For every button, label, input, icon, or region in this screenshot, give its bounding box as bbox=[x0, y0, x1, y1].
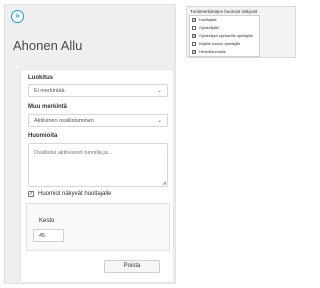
visibility-option-label: Opiskelijalle bbox=[199, 26, 220, 30]
lesson-entry-panel: » Ahonen Allu Luokitus Ei merkintää ⌄ Mu… bbox=[4, 4, 176, 284]
resize-grip-icon[interactable]: ◢ bbox=[162, 180, 166, 186]
guardian-visibility-label: Huomiot näkyvät huoltajalle bbox=[38, 191, 112, 197]
delete-button[interactable]: Poista bbox=[104, 260, 160, 273]
duration-section: Kesto bbox=[26, 203, 170, 251]
guardian-visibility-row[interactable]: ✓ Huomiot näkyvät huoltajalle bbox=[28, 191, 111, 197]
notes-visibility-box: Tuntimerkintöjen huomiot näkyvät ✓ Huolt… bbox=[186, 6, 296, 58]
visibility-option-all-teachers[interactable]: Kaikille koulun opettajille bbox=[192, 42, 240, 46]
chevron-down-icon: ⌄ bbox=[156, 88, 162, 94]
other-mark-label: Muu merkintä bbox=[28, 104, 68, 110]
visibility-option-staff[interactable]: ✓ Henkilökunnalle bbox=[192, 50, 226, 54]
classification-label: Luokitus bbox=[28, 75, 53, 81]
notes-textarea[interactable]: Osallistui aktiivisesti tunnilla ja... ◢ bbox=[28, 143, 168, 187]
visibility-checkbox[interactable] bbox=[192, 42, 196, 46]
visibility-option-student[interactable]: Opiskelijalle bbox=[192, 26, 219, 30]
other-mark-value: Aktiivinen osallistuminen bbox=[34, 118, 94, 124]
notes-text: Osallistui aktiivisesti tunnilla ja... bbox=[34, 150, 113, 156]
visibility-checkbox[interactable]: ✓ bbox=[192, 34, 196, 38]
classification-select[interactable]: Ei merkintää ⌄ bbox=[28, 84, 168, 97]
chevron-down-icon: ⌄ bbox=[156, 118, 162, 124]
visibility-option-label: Huoltajalle bbox=[199, 18, 217, 22]
visibility-checkbox[interactable]: ✓ bbox=[192, 18, 196, 22]
visibility-option-label: Opiskelijaa opettaville opettajille bbox=[199, 34, 253, 38]
other-mark-select[interactable]: Aktiivinen osallistuminen ⌄ bbox=[28, 114, 168, 127]
visibility-option-label: Henkilökunnalle bbox=[199, 50, 226, 54]
visibility-option-label: Kaikille koulun opettajille bbox=[199, 42, 241, 46]
notes-label: Huomioita bbox=[28, 133, 58, 139]
student-name: Ahonen Allu bbox=[13, 38, 83, 53]
entry-form: Luokitus Ei merkintää ⌄ Muu merkintä Akt… bbox=[20, 69, 174, 283]
visibility-title: Tuntimerkintöjen huomiot näkyvät bbox=[190, 9, 258, 14]
visibility-option-guardian[interactable]: ✓ Huoltajalle bbox=[192, 18, 217, 22]
duration-label: Kesto bbox=[39, 218, 55, 224]
visibility-option-teaching-teachers[interactable]: ✓ Opiskelijaa opettaville opettajille bbox=[192, 34, 253, 38]
guardian-visibility-checkbox[interactable]: ✓ bbox=[28, 191, 34, 197]
visibility-checkbox[interactable] bbox=[192, 26, 196, 30]
classification-value: Ei merkintää bbox=[34, 88, 65, 94]
visibility-options: ✓ Huoltajalle Opiskelijalle ✓ Opiskelija… bbox=[189, 15, 260, 57]
double-chevron-right-icon[interactable]: » bbox=[11, 10, 24, 23]
visibility-checkbox[interactable]: ✓ bbox=[192, 50, 196, 54]
duration-value: 45 bbox=[39, 233, 46, 239]
duration-input[interactable]: 45 bbox=[33, 229, 64, 242]
